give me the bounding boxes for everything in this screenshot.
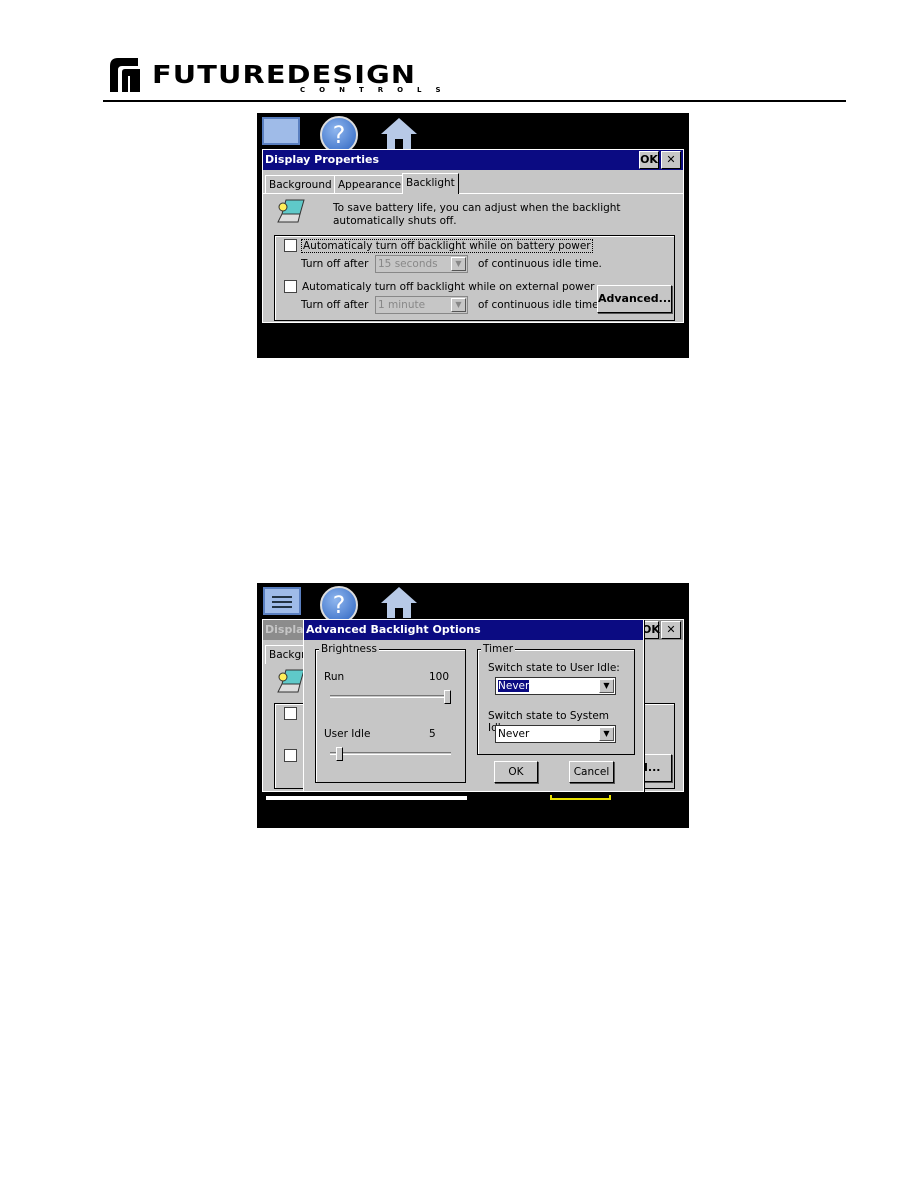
run-slider-track[interactable]	[330, 695, 451, 698]
run-slider-thumb[interactable]	[444, 690, 451, 704]
user-idle-switch-combo[interactable]: Never ▼	[495, 677, 616, 695]
header-rule	[103, 100, 846, 102]
user-idle-slider-track[interactable]	[330, 752, 451, 755]
screenshot-advanced-backlight: ? Display OK ✕ Backgr ed... Advanced Bac…	[257, 583, 689, 828]
tab-background[interactable]: Background	[265, 175, 336, 194]
info-text-line1: To save battery life, you can adjust whe…	[333, 202, 621, 214]
logo-mark	[108, 56, 142, 92]
tab-appearance[interactable]: Appearance	[334, 175, 406, 194]
battery-timeout-combo[interactable]: 15 seconds ▼	[375, 255, 468, 273]
external-checkbox[interactable]	[284, 749, 297, 762]
timer-group: Timer Switch state to User Idle: Never ▼ …	[477, 643, 635, 755]
brightness-group: Brightness Run 100 User Idle 5	[315, 643, 466, 783]
battery-checkbox[interactable]	[284, 239, 297, 252]
ok-button[interactable]: OK	[494, 761, 538, 783]
brand-name: FUTUREDESIGN	[152, 60, 417, 89]
dialog-title: Advanced Backlight Options	[304, 620, 643, 640]
chevron-down-icon: ▼	[451, 298, 466, 312]
brand-subtitle: CONTROLS	[300, 86, 455, 94]
user-idle-slider-thumb[interactable]	[335, 747, 343, 761]
idle-suffix: of continuous idle time.	[478, 299, 602, 311]
user-idle-switch-label: Switch state to User Idle:	[488, 662, 620, 674]
user-idle-label: User Idle	[324, 728, 371, 740]
close-button[interactable]: ✕	[661, 151, 681, 169]
monitor-icon[interactable]	[262, 117, 300, 145]
cancel-button[interactable]: Cancel	[569, 761, 614, 783]
idle-suffix: of continuous idle time.	[478, 258, 602, 270]
ok-button[interactable]: OK	[639, 151, 659, 169]
home-icon[interactable]	[380, 117, 418, 149]
home-icon[interactable]	[380, 586, 418, 618]
external-timeout-value: 1 minute	[378, 299, 426, 311]
close-button[interactable]: ✕	[661, 621, 681, 639]
yellow-highlight	[550, 795, 611, 800]
screenshot-display-properties: ? Display Properties OK ✕ Background App…	[257, 113, 689, 358]
laptop-backlight-icon	[277, 199, 305, 223]
laptop-backlight-icon	[277, 669, 305, 693]
battery-label[interactable]: Automaticaly turn off backlight while on…	[301, 239, 593, 253]
advanced-backlight-dialog: Advanced Backlight Options Brightness Ru…	[303, 619, 644, 792]
system-idle-switch-combo[interactable]: Never ▼	[495, 725, 616, 743]
brightness-legend: Brightness	[319, 643, 379, 655]
info-text-line2: automatically shuts off.	[333, 215, 457, 227]
external-timeout-combo[interactable]: 1 minute ▼	[375, 296, 468, 314]
battery-checkbox[interactable]	[284, 707, 297, 720]
turn-off-after-label: Turn off after	[301, 299, 369, 311]
chevron-down-icon: ▼	[599, 679, 614, 693]
menu-icon[interactable]	[263, 587, 301, 615]
external-label[interactable]: Automaticaly turn off backlight while on…	[302, 281, 595, 293]
chevron-down-icon: ▼	[599, 727, 614, 741]
user-idle-switch-value: Never	[498, 680, 530, 692]
turn-off-after-label: Turn off after	[301, 258, 369, 270]
advanced-button[interactable]: Advanced...	[597, 285, 672, 313]
tab-backlight[interactable]: Backlight	[402, 173, 459, 194]
external-checkbox[interactable]	[284, 280, 297, 293]
user-idle-value: 5	[429, 728, 436, 740]
white-bar	[266, 796, 467, 800]
run-value: 100	[429, 671, 450, 683]
timer-legend: Timer	[481, 643, 516, 655]
run-label: Run	[324, 671, 345, 683]
battery-timeout-value: 15 seconds	[378, 258, 438, 270]
chevron-down-icon: ▼	[451, 257, 466, 271]
backlight-group: Automaticaly turn off backlight while on…	[274, 235, 675, 321]
system-idle-switch-value: Never	[498, 728, 530, 740]
display-properties-dialog: Display Properties OK ✕ Background Appea…	[262, 149, 684, 323]
dialog-title: Display Properties	[263, 150, 683, 170]
